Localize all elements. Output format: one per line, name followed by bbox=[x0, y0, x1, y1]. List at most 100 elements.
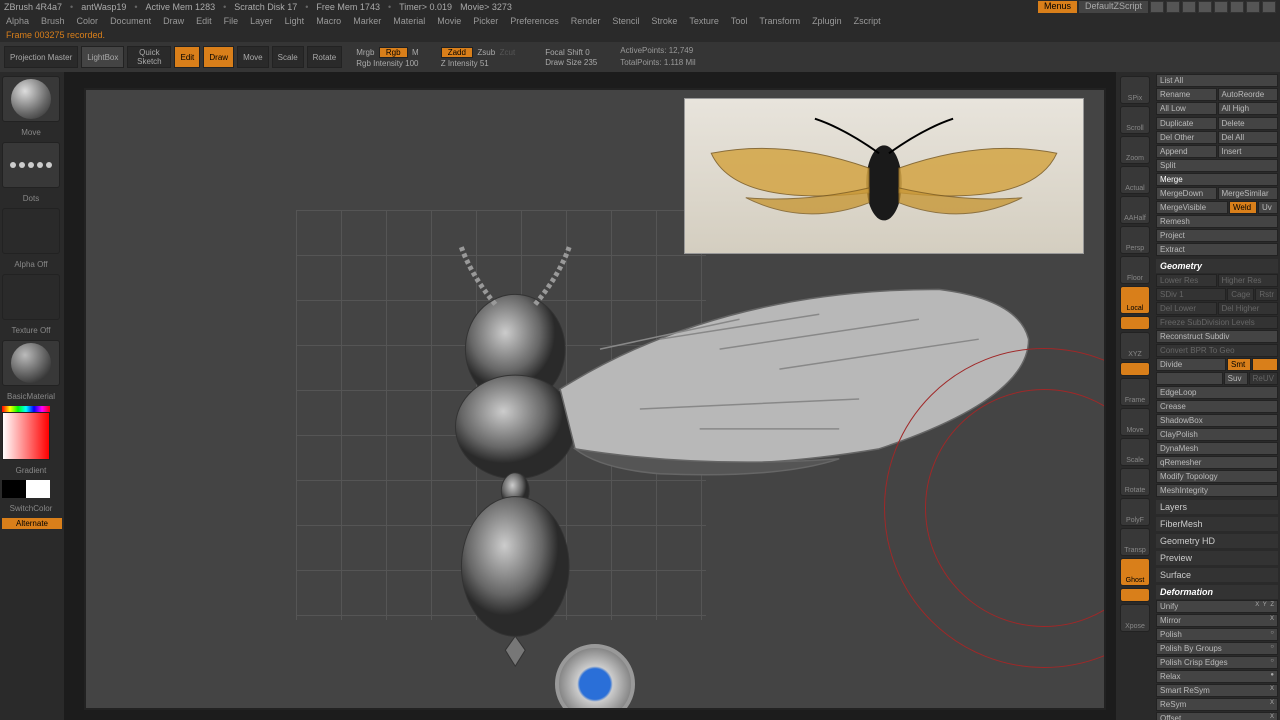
menu-alpha[interactable]: Alpha bbox=[6, 16, 29, 26]
project-button[interactable]: Project bbox=[1156, 229, 1278, 242]
draw-button[interactable]: Draw bbox=[203, 46, 234, 68]
reconstruct-button[interactable]: Reconstruct Subdiv bbox=[1156, 330, 1278, 343]
edit-button[interactable]: Edit bbox=[174, 46, 200, 68]
menu-file[interactable]: File bbox=[224, 16, 239, 26]
minimize-button[interactable] bbox=[1230, 1, 1244, 13]
menu-marker[interactable]: Marker bbox=[353, 16, 381, 26]
projection-master-button[interactable]: Projection Master bbox=[4, 46, 78, 68]
divide-button[interactable]: Divide bbox=[1156, 358, 1226, 371]
smart-resym-slider[interactable]: Smart ReSymX bbox=[1156, 684, 1278, 697]
menu-movie[interactable]: Movie bbox=[437, 16, 461, 26]
viewport[interactable] bbox=[84, 88, 1106, 710]
nav-transp-button[interactable]: Transp bbox=[1120, 528, 1150, 556]
scale-button[interactable]: Scale bbox=[272, 46, 304, 68]
material-slot[interactable] bbox=[2, 340, 60, 386]
uv-button[interactable]: Uv bbox=[1258, 201, 1278, 214]
duplicate-button[interactable]: Duplicate bbox=[1156, 117, 1217, 130]
menu-tool[interactable]: Tool bbox=[731, 16, 748, 26]
menus-button[interactable]: Menus bbox=[1038, 1, 1077, 13]
nav-actual-button[interactable]: Actual bbox=[1120, 166, 1150, 194]
z-intensity-slider[interactable]: Z Intensity 51 bbox=[441, 59, 516, 68]
nav-zoom-button[interactable]: Zoom bbox=[1120, 136, 1150, 164]
split-button[interactable]: Split bbox=[1156, 159, 1278, 172]
mrgb-button[interactable]: Mrgb bbox=[356, 48, 374, 57]
deformation-header[interactable]: Deformation bbox=[1156, 585, 1278, 599]
stroke-slot[interactable] bbox=[2, 142, 60, 188]
menu-document[interactable]: Document bbox=[110, 16, 151, 26]
nav-small-18-button[interactable] bbox=[1120, 588, 1150, 602]
nav-small-8-button[interactable] bbox=[1120, 316, 1150, 330]
menu-texture[interactable]: Texture bbox=[689, 16, 719, 26]
nav-spix-button[interactable]: SPix bbox=[1120, 76, 1150, 104]
sdiv-slider[interactable]: SDiv 1 bbox=[1156, 288, 1226, 301]
higherres-button[interactable]: Higher Res bbox=[1218, 274, 1279, 287]
smt-slider[interactable] bbox=[1252, 358, 1278, 371]
weld-button[interactable]: Weld bbox=[1229, 201, 1257, 214]
polish-slider[interactable]: Polish○ bbox=[1156, 628, 1278, 641]
window-button-1[interactable] bbox=[1150, 1, 1164, 13]
mergedown-button[interactable]: MergeDown bbox=[1156, 187, 1217, 200]
menu-edit[interactable]: Edit bbox=[196, 16, 212, 26]
freeze-button[interactable]: Freeze SubDivision Levels bbox=[1156, 316, 1278, 329]
offset-slider[interactable]: OffsetX bbox=[1156, 712, 1278, 720]
color-picker[interactable] bbox=[2, 406, 62, 460]
delete-button[interactable]: Delete bbox=[1218, 117, 1279, 130]
nav-polyf-button[interactable]: PolyF bbox=[1120, 498, 1150, 526]
modify-topology-button[interactable]: Modify Topology bbox=[1156, 470, 1278, 483]
surface-header[interactable]: Surface bbox=[1156, 568, 1278, 582]
suv-button[interactable]: Suv bbox=[1224, 372, 1248, 385]
nav-xyz-button[interactable]: XYZ bbox=[1120, 332, 1150, 360]
menu-light[interactable]: Light bbox=[285, 16, 305, 26]
append-button[interactable]: Append bbox=[1156, 145, 1217, 158]
all-high-button[interactable]: All High bbox=[1218, 102, 1279, 115]
nav-scroll-button[interactable]: Scroll bbox=[1120, 106, 1150, 134]
resym-slider[interactable]: ReSymX bbox=[1156, 698, 1278, 711]
texture-slot[interactable] bbox=[2, 274, 60, 320]
draw-size-slider[interactable]: Draw Size 235 bbox=[545, 58, 597, 67]
window-button-3[interactable] bbox=[1182, 1, 1196, 13]
preview-header[interactable]: Preview bbox=[1156, 551, 1278, 565]
menu-macro[interactable]: Macro bbox=[316, 16, 341, 26]
zadd-button[interactable]: Zadd bbox=[441, 47, 473, 58]
nav-floor-button[interactable]: Floor bbox=[1120, 256, 1150, 284]
menu-render[interactable]: Render bbox=[571, 16, 601, 26]
mergevisible-button[interactable]: MergeVisible bbox=[1156, 201, 1228, 214]
maximize-button[interactable] bbox=[1246, 1, 1260, 13]
fibermesh-header[interactable]: FiberMesh bbox=[1156, 517, 1278, 531]
gradient-label[interactable]: Gradient bbox=[2, 464, 60, 476]
nav-xpose-button[interactable]: Xpose bbox=[1120, 604, 1150, 632]
dellower-button[interactable]: Del Lower bbox=[1156, 302, 1217, 315]
mirror-slider[interactable]: MirrorX bbox=[1156, 614, 1278, 627]
menu-brush[interactable]: Brush bbox=[41, 16, 65, 26]
nav-persp-button[interactable]: Persp bbox=[1120, 226, 1150, 254]
polish-crisp-slider[interactable]: Polish Crisp Edges○ bbox=[1156, 656, 1278, 669]
insert-button[interactable]: Insert bbox=[1218, 145, 1279, 158]
menu-zplugin[interactable]: Zplugin bbox=[812, 16, 842, 26]
close-button[interactable] bbox=[1262, 1, 1276, 13]
rgb-intensity-slider[interactable]: Rgb Intensity 100 bbox=[356, 59, 419, 68]
nav-small-10-button[interactable] bbox=[1120, 362, 1150, 376]
lowerres-button[interactable]: Lower Res bbox=[1156, 274, 1217, 287]
menu-picker[interactable]: Picker bbox=[473, 16, 498, 26]
window-button-5[interactable] bbox=[1214, 1, 1228, 13]
lightbox-button[interactable]: LightBox bbox=[81, 46, 124, 68]
all-low-button[interactable]: All Low bbox=[1156, 102, 1217, 115]
nav-local-button[interactable]: Local bbox=[1120, 286, 1150, 314]
menu-draw[interactable]: Draw bbox=[163, 16, 184, 26]
zsub-button[interactable]: Zsub bbox=[477, 48, 495, 57]
nav-ghost-button[interactable]: Ghost bbox=[1120, 558, 1150, 586]
menu-zscript[interactable]: Zscript bbox=[854, 16, 881, 26]
menu-transform[interactable]: Transform bbox=[759, 16, 800, 26]
menu-material[interactable]: Material bbox=[393, 16, 425, 26]
nav-rotate-button[interactable]: Rotate bbox=[1120, 468, 1150, 496]
default-zscript-button[interactable]: DefaultZScript bbox=[1079, 1, 1148, 13]
remesh-button[interactable]: Remesh bbox=[1156, 215, 1278, 228]
nav-scale-button[interactable]: Scale bbox=[1120, 438, 1150, 466]
menu-layer[interactable]: Layer bbox=[250, 16, 273, 26]
menu-stroke[interactable]: Stroke bbox=[651, 16, 677, 26]
window-button-2[interactable] bbox=[1166, 1, 1180, 13]
rename-button[interactable]: Rename bbox=[1156, 88, 1217, 101]
reuv-button[interactable]: ReUV bbox=[1249, 372, 1278, 385]
quick-sketch-button[interactable]: Quick Sketch bbox=[127, 46, 171, 68]
nav-frame-button[interactable]: Frame bbox=[1120, 378, 1150, 406]
